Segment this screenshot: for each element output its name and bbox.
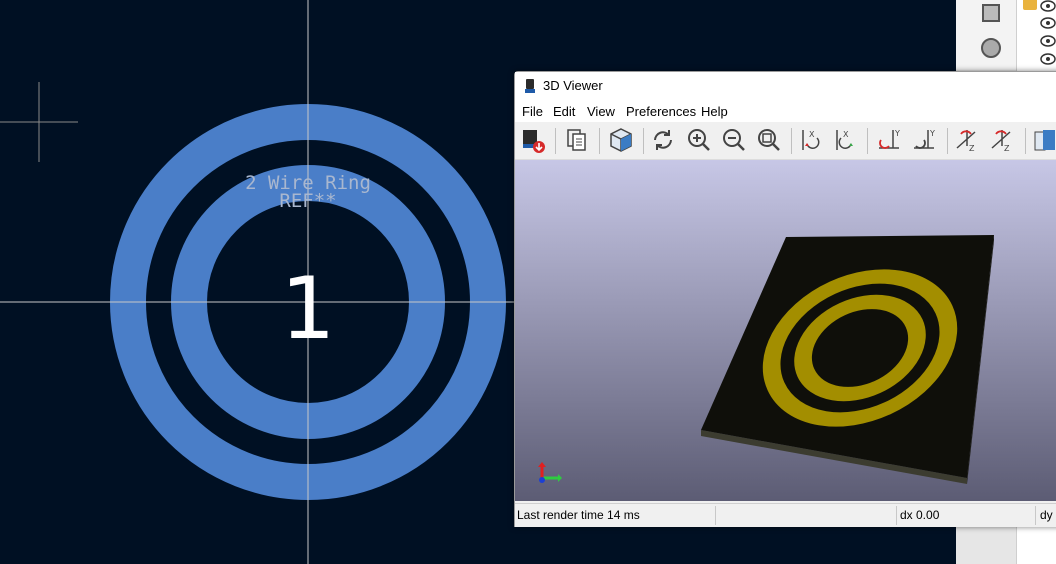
eye-icon[interactable] [1040, 17, 1056, 29]
3d-render-canvas[interactable] [515, 160, 1056, 501]
zoom-fit-icon[interactable] [755, 126, 783, 154]
dx-status: dx 0.00 [900, 508, 940, 522]
3d-viewer-window[interactable]: 3D Viewer File Edit View Preferences Hel… [514, 71, 1056, 527]
axis-gizmo [538, 462, 562, 483]
rotate-y-ccw-icon[interactable]: Y [910, 126, 938, 154]
flip-board-icon[interactable] [1031, 126, 1056, 154]
menu-help[interactable]: Help [701, 104, 728, 119]
3d-viewer-app-icon [525, 79, 535, 93]
svg-text:Y: Y [894, 129, 900, 138]
rectangle-tool-icon[interactable] [982, 4, 1000, 22]
3d-scene [538, 235, 994, 484]
svg-text:X: X [843, 130, 849, 139]
export-image-icon[interactable] [519, 126, 547, 154]
circle-tool-icon[interactable] [981, 38, 1001, 58]
zoom-in-icon[interactable] [685, 126, 713, 154]
menu-bar: File Edit View Preferences Help [515, 100, 1056, 122]
zoom-out-icon[interactable] [720, 126, 748, 154]
window-title: 3D Viewer [543, 78, 603, 93]
svg-text:Y: Y [929, 129, 935, 138]
rotate-z-cw-icon[interactable]: Z [953, 126, 981, 154]
status-bar: Last render time 14 ms dx 0.00 dy [515, 503, 1056, 527]
eye-icon[interactable] [1040, 35, 1056, 47]
eye-icon[interactable] [1040, 53, 1056, 65]
window-titlebar[interactable]: 3D Viewer [515, 72, 1056, 100]
rotate-x-ccw-icon[interactable]: X [831, 126, 859, 154]
dy-status: dy [1040, 508, 1053, 522]
rotate-z-ccw-icon[interactable]: Z [988, 126, 1016, 154]
rotate-y-cw-icon[interactable]: Y [875, 126, 903, 154]
drawing-tools-column [956, 0, 1017, 70]
svg-text:Z: Z [1004, 144, 1010, 153]
menu-view[interactable]: View [587, 104, 615, 119]
reference-text[interactable]: REF** [279, 190, 336, 212]
reload-icon[interactable] [649, 126, 677, 154]
svg-text:X: X [809, 130, 815, 139]
viewer-toolbar: X X Y Y Z Z [515, 123, 1056, 160]
menu-edit[interactable]: Edit [553, 104, 575, 119]
menu-file[interactable]: File [522, 104, 543, 119]
pad-number-text: 1 [281, 259, 336, 359]
menu-preferences[interactable]: Preferences [626, 104, 696, 119]
rotate-x-cw-icon[interactable]: X [797, 126, 825, 154]
copy-image-icon[interactable] [563, 126, 591, 154]
raytrace-view-icon[interactable] [607, 126, 635, 154]
eye-icon[interactable] [1040, 0, 1056, 12]
layer-color-swatch-icon[interactable] [1023, 0, 1037, 10]
svg-text:Z: Z [969, 144, 975, 153]
render-time-status: Last render time 14 ms [517, 508, 640, 522]
